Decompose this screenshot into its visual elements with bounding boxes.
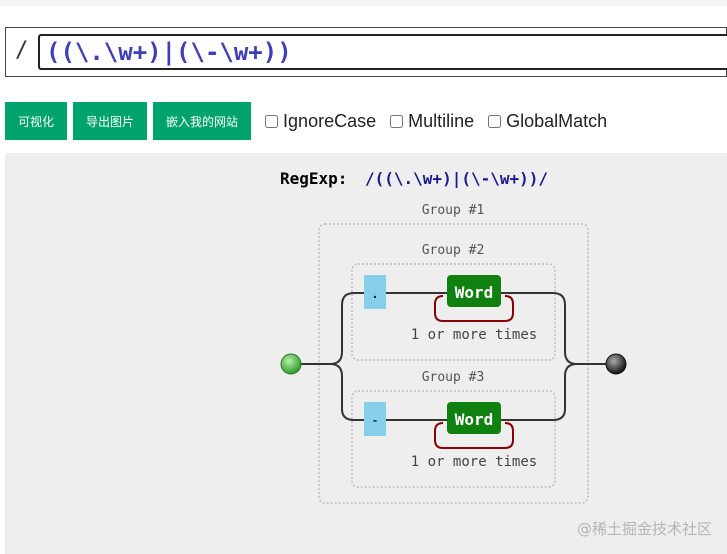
group1-label: Group #1 [422,203,485,218]
watermark-text: @稀土掘金技术社区 [577,520,712,538]
globalmatch-checkbox[interactable] [488,114,502,128]
word-text-2: Word [455,410,494,429]
globalmatch-label: GlobalMatch [506,110,608,131]
visualize-button[interactable]: 可视化 [5,102,68,140]
end-node [605,353,627,375]
track-lines [297,292,607,421]
regex-input-container: / [5,27,727,77]
export-image-button[interactable]: 导出图片 [73,102,148,140]
ignorecase-checkbox[interactable] [265,114,279,128]
group2-label: Group #2 [422,243,485,258]
top-strip [0,0,727,6]
group3-label: Group #3 [422,370,485,385]
literal-dash-text: - [371,413,379,429]
start-node [280,353,302,375]
ignorecase-option[interactable]: IgnoreCase [261,111,376,132]
ignorecase-label: IgnoreCase [283,110,377,131]
multiline-label: Multiline [408,110,475,131]
embed-site-button[interactable]: 嵌入我的网站 [153,102,252,140]
globalmatch-option[interactable]: GlobalMatch [484,111,607,132]
diagram-canvas: RegExp: /((\.\w+)|(\-\w+))/ Group #1 Gro… [5,153,727,554]
railroad-diagram: RegExp: /((\.\w+)|(\-\w+))/ Group #1 Gro… [280,169,712,538]
literal-dot-text: . [371,286,379,302]
multiline-option[interactable]: Multiline [386,111,474,132]
word-text-1: Word [455,283,494,302]
repeat-label-2: 1 or more times [411,454,537,470]
regex-prefix-slash: / [15,38,29,63]
regexp-text: /((\.\w+)|(\-\w+))/ [365,169,548,189]
multiline-checkbox[interactable] [390,114,404,128]
toolbar: 可视化 导出图片 嵌入我的网站 IgnoreCase Multiline Glo… [5,102,613,140]
regexp-title: RegExp: [280,169,347,188]
repeat-label-1: 1 or more times [411,327,537,343]
regex-input[interactable] [38,34,727,70]
